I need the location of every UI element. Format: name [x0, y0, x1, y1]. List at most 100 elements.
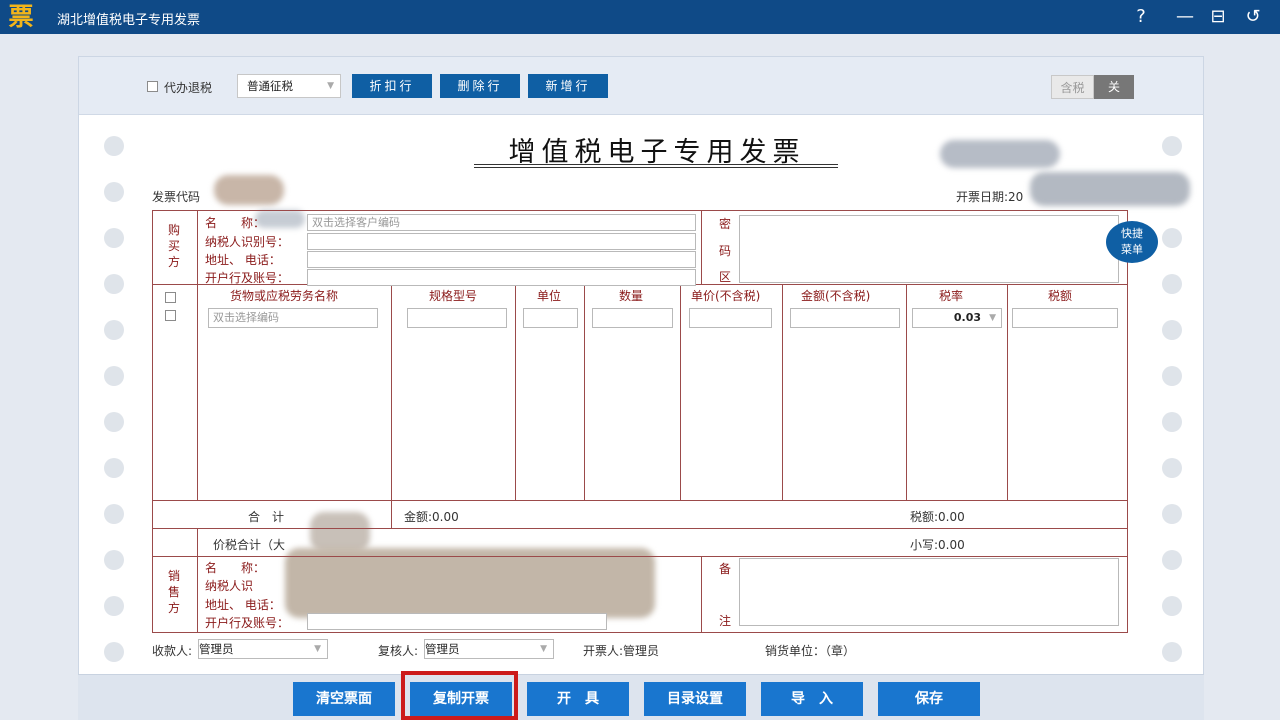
remark-textarea[interactable] — [739, 558, 1119, 626]
cipher-label-3: 区 — [719, 270, 732, 284]
back-icon[interactable]: ↺ — [1240, 3, 1266, 31]
import-button[interactable]: 导 入 — [761, 682, 863, 716]
payee-label: 收款人: — [152, 644, 193, 658]
grid-line — [197, 284, 198, 500]
tax-inclusive-toggle[interactable]: 关 — [1094, 75, 1134, 99]
seller-bank-label: 开户行及账号： — [205, 616, 290, 630]
buyer-bank-label: 开户行及账号： — [205, 271, 290, 285]
delete-row-button[interactable]: 删除行 — [440, 74, 520, 98]
levy-type-value: 普通征税 — [247, 79, 293, 93]
col-spec: 规格型号 — [429, 289, 478, 303]
item-name-placeholder: 双击选择编码 — [213, 311, 279, 324]
seller-bank-input[interactable] — [307, 613, 607, 630]
col-amount: 金额(不含税) — [801, 289, 871, 303]
item-amount-input[interactable] — [790, 308, 900, 328]
col-tax: 税额 — [1048, 289, 1073, 303]
grand-total-label: 价税合计（大 — [213, 538, 286, 552]
punch-hole — [104, 412, 124, 432]
agent-refund-checkbox[interactable] — [147, 81, 158, 92]
grid-line — [701, 556, 702, 633]
title-underline — [474, 167, 838, 168]
punch-hole — [104, 458, 124, 478]
buyer-side-label: 购 买 方 — [168, 223, 181, 269]
item-tax-rate-select[interactable]: 0.03 ▼ — [912, 308, 1002, 328]
total-tax: 税额:0.00 — [910, 510, 965, 524]
minimize-icon[interactable]: — — [1172, 3, 1198, 31]
issue-button[interactable]: 开 具 — [527, 682, 629, 716]
cipher-area — [739, 215, 1119, 283]
select-all-checkbox[interactable] — [165, 292, 176, 303]
punch-hole — [1162, 642, 1182, 662]
buyer-tax-id-label: 纳税人识别号： — [205, 235, 290, 249]
row-checkbox[interactable] — [165, 310, 176, 321]
grid-line — [197, 210, 198, 284]
punch-hole — [1162, 596, 1182, 616]
seller-side-label: 销 售 方 — [168, 569, 181, 615]
seller-seal-label: 销货单位：（章） — [765, 644, 856, 658]
punch-hole — [104, 136, 124, 156]
clear-form-button[interactable]: 清空票面 — [293, 682, 395, 716]
add-row-button[interactable]: 新增行 — [528, 74, 608, 98]
reviewer-label: 复核人: — [378, 644, 419, 658]
levy-type-select[interactable]: 普通征税 ▼ — [237, 74, 341, 98]
punch-hole — [1162, 412, 1182, 432]
quick-menu-button[interactable]: 快捷 菜单 — [1106, 221, 1158, 263]
buyer-name-input[interactable]: 双击选择客户编码 — [307, 214, 696, 231]
payee-value: 管理员 — [199, 642, 234, 656]
item-spec-input[interactable] — [407, 308, 507, 328]
total-amount: 金额:0.00 — [404, 510, 459, 524]
action-bar — [78, 674, 1204, 720]
save-button[interactable]: 保存 — [878, 682, 980, 716]
redacted-area — [940, 140, 1060, 168]
punch-hole — [104, 596, 124, 616]
buyer-name-placeholder: 双击选择客户编码 — [312, 216, 400, 229]
punch-hole — [1162, 550, 1182, 570]
drawer-label: 开票人:管理员 — [583, 644, 660, 658]
punch-hole — [104, 504, 124, 524]
invoice-date-label: 开票日期:20 — [956, 190, 1024, 204]
item-quantity-input[interactable] — [592, 308, 673, 328]
grid-line — [584, 284, 585, 500]
remark-label-1: 备 — [719, 562, 732, 576]
cipher-label-2: 码 — [719, 244, 732, 258]
item-name-input[interactable]: 双击选择编码 — [208, 308, 378, 328]
chevron-down-icon: ▼ — [314, 644, 321, 654]
grid-line — [391, 284, 392, 528]
grand-total-small: 小写:0.00 — [910, 538, 965, 552]
item-tax-input[interactable] — [1012, 308, 1118, 328]
buyer-address-input[interactable] — [307, 251, 696, 268]
payee-select[interactable]: 管理员 ▼ — [198, 639, 328, 659]
punch-hole — [104, 228, 124, 248]
punch-hole — [1162, 504, 1182, 524]
buyer-bank-input[interactable] — [307, 269, 696, 286]
help-icon[interactable]: ? — [1128, 3, 1154, 31]
item-tax-rate-value: 0.03 — [953, 311, 981, 324]
chevron-down-icon: ▼ — [327, 81, 334, 91]
col-unit: 单位 — [537, 289, 562, 303]
punch-hole — [104, 182, 124, 202]
seller-name-label: 名 称： — [205, 561, 266, 575]
discount-row-button[interactable]: 折扣行 — [352, 74, 432, 98]
punch-hole — [1162, 228, 1182, 248]
tax-inclusive-label[interactable]: 含税 — [1051, 75, 1094, 99]
chevron-down-icon: ▼ — [540, 644, 547, 654]
grid-line — [906, 284, 907, 500]
item-unit-input[interactable] — [523, 308, 578, 328]
grid-line — [701, 210, 702, 284]
item-unit-price-input[interactable] — [689, 308, 772, 328]
catalog-settings-button[interactable]: 目录设置 — [644, 682, 746, 716]
agent-refund-label: 代办退税 — [164, 81, 213, 95]
window-title: 湖北增值税电子专用发票 — [57, 13, 201, 28]
title-underline — [474, 164, 838, 165]
restore-icon[interactable]: ⊟ — [1205, 3, 1231, 31]
punch-hole — [1162, 366, 1182, 386]
buyer-tax-id-input[interactable] — [307, 233, 696, 250]
grid-line — [152, 500, 1128, 501]
redacted-area — [214, 175, 284, 205]
col-tax-rate: 税率 — [939, 289, 964, 303]
grid-line — [680, 284, 681, 500]
punch-hole — [1162, 136, 1182, 156]
punch-hole — [1162, 458, 1182, 478]
buyer-address-label: 地址、 电话： — [205, 253, 281, 267]
reviewer-select[interactable]: 管理员 ▼ — [424, 639, 554, 659]
